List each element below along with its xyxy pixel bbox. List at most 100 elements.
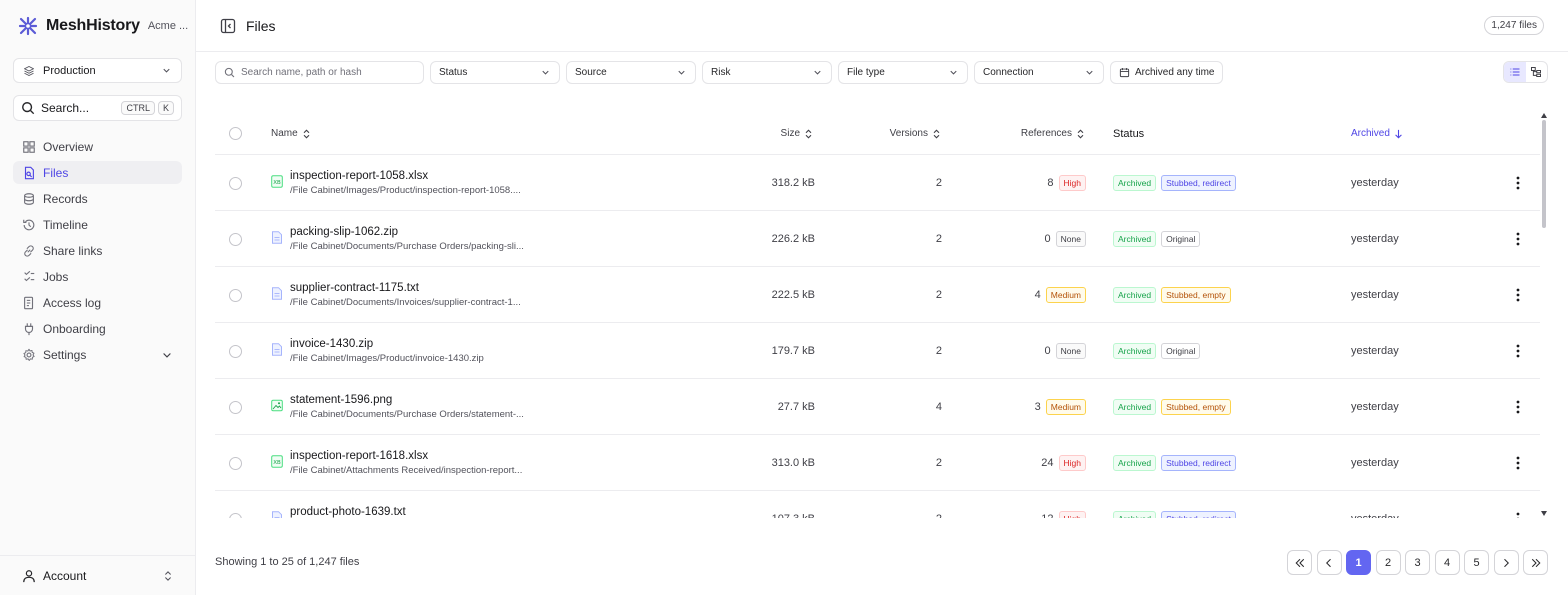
more-vertical-icon[interactable]	[1513, 232, 1523, 246]
source-filter[interactable]: Source	[566, 61, 696, 84]
reference-count: 12	[1041, 513, 1053, 518]
column-size[interactable]: Size	[771, 112, 813, 155]
select-cell	[229, 323, 242, 379]
history-icon	[22, 218, 36, 232]
archived-date-filter[interactable]: Archived any time	[1110, 61, 1224, 84]
table-row[interactable]: XB inspection-report-1618.xlsx/File Cabin…	[215, 435, 1540, 491]
more-vertical-icon[interactable]	[1513, 400, 1523, 414]
table-row[interactable]: XB inspection-report-1058.xlsx/File Cabin…	[215, 155, 1540, 211]
scroll-down-icon[interactable]	[1541, 511, 1547, 516]
tree-view-button[interactable]	[1526, 62, 1548, 82]
scrollbar-thumb[interactable]	[1542, 120, 1546, 228]
environment-select[interactable]: Production	[13, 58, 182, 83]
risk-badge: High	[1058, 511, 1086, 518]
account-label: Account	[43, 568, 87, 583]
last-page-button[interactable]	[1523, 550, 1548, 575]
shortcut-key-ctrl: CTRL	[121, 101, 155, 115]
archived-cell: yesterday	[1351, 289, 1399, 301]
versions-cell: 2	[935, 177, 942, 189]
file-path: /File Cabinet/Images/Product/inspection-…	[290, 185, 521, 196]
table-row[interactable]: packing-slip-1062.zip/File Cabinet/Docum…	[215, 211, 1540, 267]
status-badge: Archived	[1113, 231, 1157, 247]
size-cell: 107.3 kB	[735, 491, 815, 518]
sidebar-toggle-icon[interactable]	[220, 18, 236, 34]
column-archived[interactable]: Archived	[1351, 112, 1403, 155]
sidebar-search[interactable]: Search... CTRL K	[13, 95, 182, 121]
file-name[interactable]: product-photo-1639.txt	[290, 506, 406, 518]
account-menu[interactable]: Account	[0, 555, 196, 595]
sidebar-item-records[interactable]: Records	[13, 187, 182, 210]
sidebar-item-settings[interactable]: Settings	[13, 343, 182, 366]
row-checkbox[interactable]	[229, 176, 242, 190]
sidebar-item-share-links[interactable]: Share links	[13, 239, 182, 262]
sidebar-item-jobs[interactable]: Jobs	[13, 265, 182, 288]
page-button-1[interactable]: 1	[1346, 550, 1371, 575]
archived-filter-label: Archived any time	[1135, 67, 1215, 78]
file-name[interactable]: inspection-report-1618.xlsx	[290, 450, 522, 462]
table-row[interactable]: supplier-contract-1175.txt/File Cabinet/…	[215, 267, 1540, 323]
file-name[interactable]: packing-slip-1062.zip	[290, 226, 524, 238]
file-type-filter[interactable]: File type	[838, 61, 968, 84]
pagination-summary: Showing 1 to 25 of 1,247 files	[215, 556, 360, 568]
brand[interactable]: MeshHistory Acme ...	[18, 14, 188, 38]
file-name[interactable]: statement-1596.png	[290, 394, 524, 406]
page-button-3[interactable]: 3	[1405, 550, 1430, 575]
name-cell: XB inspection-report-1618.xlsx/File Cabin…	[271, 435, 571, 491]
file-search-input[interactable]: Search name, path or hash	[215, 61, 424, 84]
select-cell	[229, 155, 242, 211]
connection-filter[interactable]: Connection	[974, 61, 1104, 84]
table-row[interactable]: product-photo-1639.txt 107.3 kB 2 12 High Arc…	[215, 491, 1540, 518]
shortcut-key-k: K	[157, 101, 174, 115]
risk-filter[interactable]: Risk	[702, 61, 832, 84]
more-vertical-icon[interactable]	[1513, 288, 1523, 302]
more-vertical-icon[interactable]	[1513, 344, 1523, 358]
file-name[interactable]: inspection-report-1058.xlsx	[290, 170, 521, 182]
scroll-up-icon[interactable]	[1541, 113, 1547, 118]
select-all-checkbox[interactable]	[229, 127, 242, 140]
file-name[interactable]: invoice-1430.zip	[290, 338, 484, 350]
file-path: /File Cabinet/Documents/Purchase Orders/…	[290, 241, 524, 252]
row-checkbox[interactable]	[229, 232, 242, 246]
sidebar-item-files[interactable]: Files	[13, 161, 182, 184]
sidebar-item-onboarding[interactable]: Onboarding	[13, 317, 182, 340]
more-vertical-icon[interactable]	[1513, 512, 1523, 518]
status-filter[interactable]: Status	[430, 61, 560, 84]
column-versions[interactable]: Versions	[875, 112, 941, 155]
page-button-5[interactable]: 5	[1464, 550, 1489, 575]
row-checkbox[interactable]	[229, 288, 242, 302]
table-row[interactable]: invoice-1430.zip/File Cabinet/Images/Pro…	[215, 323, 1540, 379]
sidebar-item-label: Timeline	[43, 217, 88, 232]
more-vertical-icon[interactable]	[1513, 456, 1523, 470]
document-icon	[271, 343, 284, 356]
org-name: Acme ...	[147, 20, 189, 32]
reference-count: 0	[1044, 345, 1051, 357]
page-button-4[interactable]: 4	[1434, 550, 1460, 575]
first-page-button[interactable]	[1287, 550, 1312, 575]
stub-badge: Stubbed, redirect	[1161, 175, 1236, 191]
search-placeholder: Search name, path or hash	[241, 67, 362, 78]
table-scrollbar[interactable]	[1540, 112, 1548, 518]
name-cell: product-photo-1639.txt	[271, 491, 571, 518]
stub-badge: Original	[1161, 343, 1201, 359]
next-page-button[interactable]	[1493, 550, 1519, 575]
column-references[interactable]: References	[1005, 112, 1085, 155]
row-checkbox[interactable]	[229, 456, 242, 470]
prev-page-button[interactable]	[1316, 550, 1342, 575]
sidebar-item-overview[interactable]: Overview	[13, 135, 182, 158]
sidebar-item-access-log[interactable]: Access log	[13, 291, 182, 314]
status-cell: Archived Stubbed, redirect	[1113, 491, 1236, 518]
more-vertical-icon[interactable]	[1513, 176, 1523, 190]
page-button-2[interactable]: 2	[1375, 550, 1401, 575]
row-checkbox[interactable]	[229, 400, 242, 414]
file-name[interactable]: supplier-contract-1175.txt	[290, 282, 521, 294]
table-row[interactable]: statement-1596.png/File Cabinet/Document…	[215, 379, 1540, 435]
sidebar-item-timeline[interactable]: Timeline	[13, 213, 182, 236]
row-checkbox[interactable]	[229, 512, 242, 518]
archived-cell: yesterday	[1351, 491, 1399, 518]
list-view-button[interactable]	[1504, 62, 1526, 82]
row-checkbox[interactable]	[229, 344, 242, 358]
environment-label: Production	[43, 64, 96, 77]
sidebar-item-label: Onboarding	[43, 321, 106, 336]
column-name[interactable]: Name	[271, 112, 311, 155]
references-cell: 0 None	[1005, 211, 1086, 267]
